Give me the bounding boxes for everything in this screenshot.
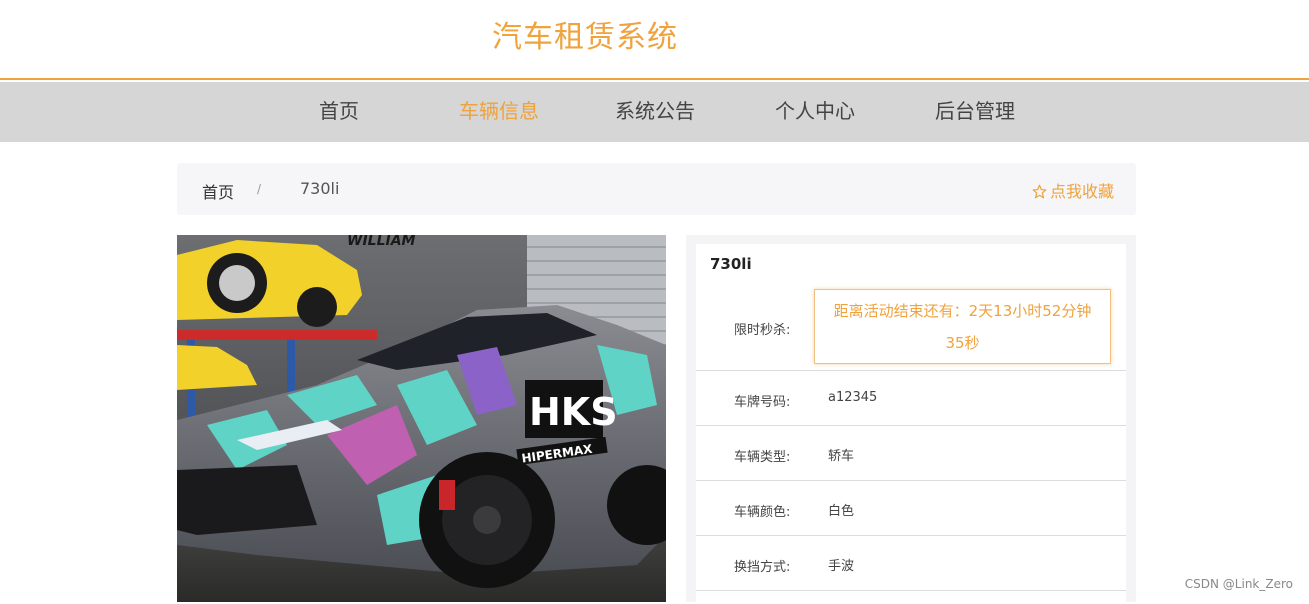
main-nav: 首页 车辆信息 系统公告 个人中心 后台管理 xyxy=(0,82,1309,142)
field-value-color: 白色 xyxy=(828,504,855,519)
breadcrumb-home-link[interactable]: 首页 xyxy=(202,179,234,203)
breadcrumb: 首页 / 730li 点我收藏 xyxy=(177,163,1136,215)
nav-item-admin[interactable]: 后台管理 xyxy=(935,82,1015,142)
field-value-type: 轿车 xyxy=(828,449,855,464)
watermark: CSDN @Link_Zero xyxy=(1184,577,1293,591)
nav-item-announcements[interactable]: 系统公告 xyxy=(615,82,695,142)
site-header: 汽车租赁系统 xyxy=(0,0,1309,80)
countdown-line-1: 距离活动结束还有：2天13小时52分钟 xyxy=(833,302,1092,320)
nav-item-personal-center[interactable]: 个人中心 xyxy=(775,82,855,142)
car-name: 730li xyxy=(710,255,752,273)
field-value-transmission: 手波 xyxy=(828,559,855,574)
favorite-button[interactable]: 点我收藏 xyxy=(1032,178,1114,202)
field-row-plate: 车牌号码: a12345 xyxy=(696,371,1126,426)
field-row-type: 车辆类型: 轿车 xyxy=(696,426,1126,481)
svg-text:WILLIAM: WILLIAM xyxy=(347,235,416,249)
car-info-card: 730li 限时秒杀: 距离活动结束还有：2天13小时52分钟 35秒 车牌号码… xyxy=(696,244,1126,604)
breadcrumb-current: 730li xyxy=(300,179,340,198)
field-label-transmission: 换挡方式: xyxy=(734,560,791,575)
field-value-plate: a12345 xyxy=(828,390,878,405)
nav-item-home[interactable]: 首页 xyxy=(319,82,359,142)
flash-sale-label: 限时秒杀: xyxy=(734,323,791,338)
site-title: 汽车租赁系统 xyxy=(492,20,678,55)
field-label-type: 车辆类型: xyxy=(734,450,791,465)
car-photo: WILLIAM HKS HIPERMAX xyxy=(177,235,666,602)
field-label-plate: 车牌号码: xyxy=(734,395,791,410)
star-outline-icon xyxy=(1032,182,1047,201)
car-info-panel: 730li 限时秒杀: 距离活动结束还有：2天13小时52分钟 35秒 车牌号码… xyxy=(686,235,1136,604)
countdown-line-2: 35秒 xyxy=(945,334,980,352)
nav-item-vehicle-info[interactable]: 车辆信息 xyxy=(459,82,539,142)
countdown-timer: 距离活动结束还有：2天13小时52分钟 35秒 xyxy=(814,289,1111,364)
decal-brand: HKS xyxy=(529,390,618,434)
field-row-color: 车辆颜色: 白色 xyxy=(696,481,1126,536)
field-row-transmission: 换挡方式: 手波 xyxy=(696,536,1126,591)
field-label-color: 车辆颜色: xyxy=(734,505,791,520)
favorite-label: 点我收藏 xyxy=(1049,182,1114,201)
breadcrumb-separator: / xyxy=(257,182,262,196)
